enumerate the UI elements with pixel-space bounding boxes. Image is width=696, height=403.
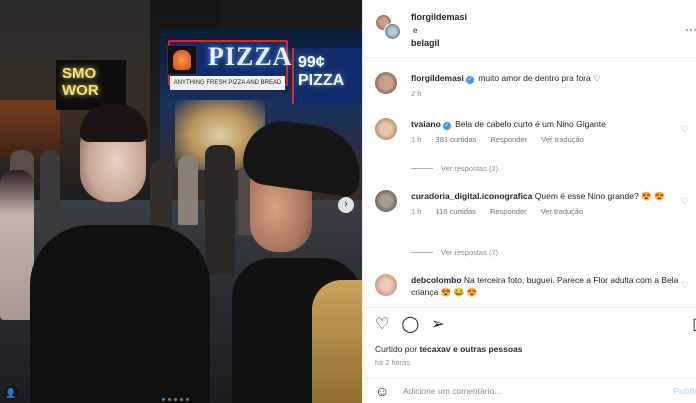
comment-body: tvaiano ✓ Bela de cabelo curto é um Nino … <box>411 118 686 146</box>
caption-time: 2 h <box>411 89 422 98</box>
liked-by: Curtido por tecaxav e outras pessoas <box>375 344 522 354</box>
comment-time: 1 h <box>411 207 422 216</box>
view-replies-label[interactable]: Ver respostas (7) <box>441 248 498 257</box>
emoji-icon[interactable]: ☺ <box>375 383 389 399</box>
like-comment-icon[interactable]: ♡ <box>681 280 689 291</box>
like-comment-icon[interactable]: ♡ <box>681 124 689 135</box>
verified-badge-icon: ✓ <box>442 122 451 130</box>
action-icons: ♡ ◯ ➢ <box>375 314 445 334</box>
caption-body: florgildemasi ✓ muito amor de dentro pra … <box>411 72 686 100</box>
comment-username[interactable]: curadoria_digital.iconografica <box>411 191 532 201</box>
caption-text: muito amor de dentro pra fora ♡ <box>478 73 601 83</box>
avatar[interactable] <box>384 23 401 40</box>
reply-button[interactable]: Responder <box>490 207 527 216</box>
replies-divider <box>411 252 433 253</box>
post-comment-button[interactable]: Publicar <box>673 386 696 396</box>
carousel-dot <box>162 398 165 401</box>
carousel-dots <box>162 398 189 401</box>
collaborator-username[interactable]: belagil <box>411 37 467 50</box>
comment-likes[interactable]: 116 curtidas <box>436 207 476 216</box>
share-icon[interactable]: ➢ <box>431 314 444 334</box>
carousel-dot <box>180 398 183 401</box>
avatar[interactable] <box>375 274 397 296</box>
comment-meta: 1 h 116 curtidas Responder Ver tradução <box>411 206 686 218</box>
view-replies-button[interactable]: Ver respostas (7) <box>411 248 498 257</box>
like-icon[interactable]: ♡ <box>375 314 389 334</box>
comment-likes[interactable]: 381 curtidas <box>436 135 477 144</box>
comment-meta: 1 h 381 curtidas Responder Ver tradução <box>411 134 686 146</box>
post-header: florgildemasi e belagil ··· <box>363 0 696 58</box>
person-left-body <box>30 225 210 403</box>
translate-button[interactable]: Ver tradução <box>541 135 584 144</box>
pizza-sign-text: PIZZA <box>208 42 293 71</box>
liked-by-prefix: Curtido por <box>375 344 418 354</box>
pizza-subsign-text: ANYTHING FRESH PIZZA AND BREAD <box>170 76 285 90</box>
carousel-next-button[interactable]: › <box>338 197 354 213</box>
reply-button[interactable]: Responder <box>490 135 527 144</box>
comment-text: Bela de cabelo curto é um Nino Gigante <box>455 119 606 129</box>
bystander <box>178 155 198 225</box>
carousel-dot <box>168 398 171 401</box>
bystander <box>205 145 235 275</box>
comment-username[interactable]: tvaiano <box>411 119 441 129</box>
avatar[interactable] <box>375 72 397 94</box>
tagged-users-icon[interactable]: 👤 <box>4 386 18 400</box>
comment-icon[interactable]: ◯ <box>401 314 419 334</box>
comment-username[interactable]: debcolombo <box>411 275 462 285</box>
comment-body: curadoria_digital.iconografica Quem é es… <box>411 190 686 218</box>
bookmark-icon[interactable]: ▯ <box>692 314 696 334</box>
carousel-dot <box>186 398 189 401</box>
bystander-woman <box>0 170 34 320</box>
more-options-icon[interactable]: ··· <box>685 22 696 36</box>
collab-names: florgildemasi e belagil <box>411 11 467 50</box>
author-username[interactable]: florgildemasi <box>411 11 467 24</box>
verified-badge-icon: ✓ <box>465 76 474 84</box>
comment-input[interactable] <box>403 384 643 398</box>
liked-by-user[interactable]: tecaxav <box>419 344 450 354</box>
post-time: há 2 horas <box>375 360 411 367</box>
comment-text: Quem é esse Nino grande? 😍 😍 <box>534 191 665 201</box>
collab-avatars[interactable] <box>375 14 401 40</box>
translate-button[interactable]: Ver tradução <box>541 207 584 216</box>
smoke-shop-sign-text: SMO WOR <box>62 65 99 99</box>
comment-body: debcolombo Na terceira foto, buguei. Par… <box>411 274 686 298</box>
pizza99-sign-text: 99¢ PIZZA <box>298 54 345 89</box>
carousel-dot <box>174 398 177 401</box>
add-comment-bar: ☺ Publicar <box>363 378 696 403</box>
like-comment-icon[interactable]: ♡ <box>681 196 689 207</box>
comments-list[interactable]: florgildemasi ✓ muito amor de dentro pra … <box>363 59 696 306</box>
liked-by-others[interactable]: e outras pessoas <box>453 344 522 354</box>
caption-meta: 2 h <box>411 88 686 100</box>
caption-username[interactable]: florgildemasi <box>411 73 464 83</box>
view-replies-label[interactable]: Ver respostas (2) <box>441 164 498 173</box>
comment-time: 1 h <box>411 135 422 144</box>
avatar[interactable] <box>375 118 397 140</box>
replies-divider <box>411 168 433 169</box>
hand-signal-icon <box>173 50 191 70</box>
collab-conjunction: e <box>413 26 418 35</box>
person-edge <box>312 280 362 403</box>
view-replies-button[interactable]: Ver respostas (2) <box>411 164 498 173</box>
avatar[interactable] <box>375 190 397 212</box>
post-photo[interactable]: SMO WOR PIZZA ANYTHING FRESH PIZZA AND B… <box>0 0 362 403</box>
post-side-panel: florgildemasi e belagil ··· florgildemas… <box>362 0 696 403</box>
